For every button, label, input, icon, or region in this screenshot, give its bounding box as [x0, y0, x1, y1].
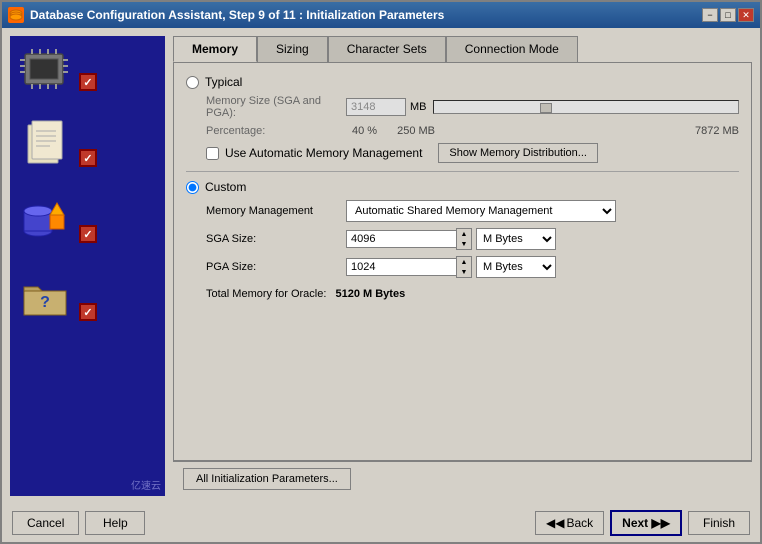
custom-radio[interactable]: [186, 181, 199, 194]
folder-icon: ?: [20, 271, 75, 321]
next-label: Next: [622, 516, 648, 530]
window-title: Database Configuration Assistant, Step 9…: [30, 8, 444, 22]
mb-label: MB: [410, 101, 427, 113]
finish-button[interactable]: Finish: [688, 511, 750, 535]
sga-input-group: ▲ ▼ M Bytes G Bytes: [346, 228, 556, 250]
memory-mgmt-row: Memory Management Automatic Shared Memor…: [206, 200, 739, 222]
sidebar-item-1: ✓: [20, 46, 97, 91]
pga-up-button[interactable]: ▲: [457, 257, 471, 267]
title-buttons: − □ ✕: [702, 8, 754, 22]
footer-left: Cancel Help: [12, 511, 145, 535]
typical-label[interactable]: Typical: [205, 75, 242, 89]
shapes-icon: [20, 195, 75, 243]
pga-down-button[interactable]: ▼: [457, 267, 471, 277]
show-distribution-button[interactable]: Show Memory Distribution...: [438, 143, 598, 163]
memory-size-row: Memory Size (SGA and PGA): 3148 MB: [206, 95, 739, 119]
back-arrow-icon: ◀◀: [546, 516, 564, 530]
memory-size-label: Memory Size (SGA and PGA):: [206, 95, 346, 119]
slider-container: [433, 100, 740, 114]
back-label: Back: [566, 516, 593, 530]
percentage-row: Percentage: 40 % 250 MB 7872 MB: [206, 125, 739, 137]
docs-icon: [20, 119, 75, 167]
sga-input[interactable]: [346, 230, 456, 248]
main-panel: Memory Sizing Character Sets Connection …: [173, 36, 752, 496]
sga-down-button[interactable]: ▼: [457, 239, 471, 249]
slider-min-label: 250 MB: [397, 125, 435, 137]
close-button[interactable]: ✕: [738, 8, 754, 22]
total-memory-row: Total Memory for Oracle: 5120 M Bytes: [206, 288, 739, 300]
sga-size-row: SGA Size: ▲ ▼ M Bytes G Bytes: [206, 228, 739, 250]
chip-icon: [20, 46, 75, 91]
cancel-button[interactable]: Cancel: [12, 511, 79, 535]
memory-panel: Typical Memory Size (SGA and PGA): 3148 …: [173, 62, 752, 461]
sidebar-item-2: ✓: [20, 119, 97, 167]
footer-right: ◀◀ Back Next ▶▶ Finish: [535, 510, 750, 536]
typical-radio-row: Typical: [186, 75, 739, 89]
custom-radio-row: Custom: [186, 180, 739, 194]
total-label: Total Memory for Oracle:: [206, 288, 326, 300]
watermark: 亿速云: [131, 477, 161, 492]
main-window: Database Configuration Assistant, Step 9…: [0, 0, 762, 544]
tab-memory[interactable]: Memory: [173, 36, 257, 62]
title-bar: Database Configuration Assistant, Step 9…: [2, 2, 760, 28]
content-area: ✓ ✓: [2, 28, 760, 504]
divider: [186, 171, 739, 172]
auto-memory-checkbox[interactable]: [206, 147, 219, 160]
tab-charsets[interactable]: Character Sets: [328, 36, 446, 62]
pga-label: PGA Size:: [206, 261, 346, 273]
next-arrow-icon: ▶▶: [652, 516, 670, 530]
pga-input-group: ▲ ▼ M Bytes G Bytes: [346, 256, 556, 278]
slider-max-label: 7872 MB: [695, 125, 739, 137]
memory-size-input: 3148: [346, 98, 406, 116]
tab-sizing[interactable]: Sizing: [257, 36, 328, 62]
all-init-params-button[interactable]: All Initialization Parameters...: [183, 468, 351, 490]
pga-size-row: PGA Size: ▲ ▼ M Bytes G Bytes: [206, 256, 739, 278]
percentage-value: 40 %: [352, 125, 377, 137]
pga-input[interactable]: [346, 258, 456, 276]
typical-radio[interactable]: [186, 76, 199, 89]
sidebar-item-4: ? ✓: [20, 271, 97, 321]
bottom-bar: All Initialization Parameters...: [173, 461, 752, 496]
sidebar-item-3: ✓: [20, 195, 97, 243]
minimize-button[interactable]: −: [702, 8, 718, 22]
next-button[interactable]: Next ▶▶: [610, 510, 682, 536]
check-badge-2: ✓: [79, 149, 97, 167]
maximize-button[interactable]: □: [720, 8, 736, 22]
typical-section: Memory Size (SGA and PGA): 3148 MB Perce…: [206, 95, 739, 163]
back-button[interactable]: ◀◀ Back: [535, 511, 604, 535]
pga-unit-select[interactable]: M Bytes G Bytes: [476, 256, 556, 278]
check-badge-3: ✓: [79, 225, 97, 243]
percentage-label: Percentage:: [206, 125, 346, 137]
sidebar: ✓ ✓: [10, 36, 165, 496]
sga-unit-select[interactable]: M Bytes G Bytes: [476, 228, 556, 250]
custom-section-content: Memory Management Automatic Shared Memor…: [206, 200, 739, 300]
total-value: 5120 M Bytes: [335, 288, 405, 300]
memory-mgmt-select[interactable]: Automatic Shared Memory Management Manua…: [346, 200, 616, 222]
svg-text:?: ?: [40, 294, 50, 311]
slider-track[interactable]: [433, 100, 740, 114]
footer: Cancel Help ◀◀ Back Next ▶▶ Finish: [2, 504, 760, 542]
check-badge-1: ✓: [79, 73, 97, 91]
auto-memory-label[interactable]: Use Automatic Memory Management: [225, 146, 422, 160]
pga-spinner: ▲ ▼: [456, 256, 472, 278]
memory-mgmt-label: Memory Management: [206, 205, 346, 217]
title-bar-left: Database Configuration Assistant, Step 9…: [8, 7, 444, 23]
tab-connmode[interactable]: Connection Mode: [446, 36, 578, 62]
sga-spinner: ▲ ▼: [456, 228, 472, 250]
help-button[interactable]: Help: [85, 511, 145, 535]
auto-memory-row: Use Automatic Memory Management Show Mem…: [206, 143, 739, 163]
sga-up-button[interactable]: ▲: [457, 229, 471, 239]
app-icon: [8, 7, 24, 23]
custom-label[interactable]: Custom: [205, 180, 246, 194]
check-badge-4: ✓: [79, 303, 97, 321]
tabs: Memory Sizing Character Sets Connection …: [173, 36, 752, 62]
sga-label: SGA Size:: [206, 233, 346, 245]
